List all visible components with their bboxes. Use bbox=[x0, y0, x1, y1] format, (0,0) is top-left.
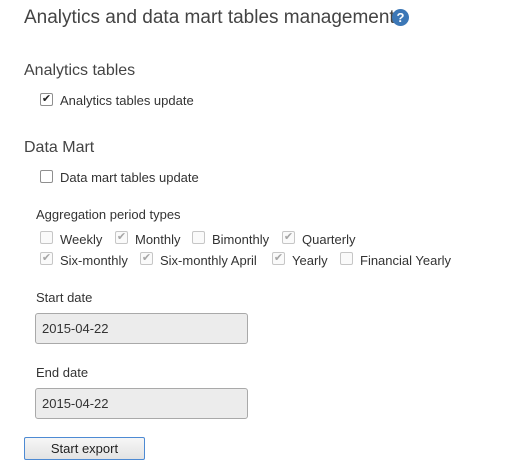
period-weekly-checkbox[interactable] bbox=[40, 231, 53, 244]
period-yearly-label: Yearly bbox=[292, 253, 328, 268]
start-date-label: Start date bbox=[36, 290, 93, 305]
datamart-update-label: Data mart tables update bbox=[60, 170, 199, 185]
period-six-monthly-april-checkbox[interactable]: ✔ bbox=[140, 252, 153, 265]
period-weekly-label: Weekly bbox=[60, 232, 103, 247]
period-monthly-label: Monthly bbox=[135, 232, 181, 247]
period-six-monthly-label: Six-monthly bbox=[60, 253, 128, 268]
analytics-update-label: Analytics tables update bbox=[60, 93, 194, 108]
datamart-section-title: Data Mart bbox=[24, 139, 95, 156]
aggregation-period-title: Aggregation period types bbox=[36, 207, 181, 222]
help-icon[interactable]: ? bbox=[392, 9, 409, 26]
analytics-update-checkbox[interactable]: ✔ bbox=[40, 93, 53, 106]
period-quarterly-label: Quarterly bbox=[302, 232, 356, 247]
period-bimonthly-label: Bimonthly bbox=[212, 232, 270, 247]
period-financial-yearly-checkbox[interactable] bbox=[340, 252, 353, 265]
start-date-field[interactable]: 2015-04-22 bbox=[35, 313, 248, 344]
end-date-label: End date bbox=[36, 365, 89, 380]
period-financial-yearly-label: Financial Yearly bbox=[360, 253, 452, 268]
period-yearly-checkbox[interactable]: ✔ bbox=[272, 252, 285, 265]
page-title: Analytics and data mart tables managemen… bbox=[24, 7, 395, 28]
start-export-button[interactable]: Start export bbox=[24, 437, 145, 460]
period-bimonthly-checkbox[interactable] bbox=[192, 231, 205, 244]
period-quarterly-checkbox[interactable]: ✔ bbox=[282, 231, 295, 244]
period-six-monthly-checkbox[interactable]: ✔ bbox=[40, 252, 53, 265]
end-date-field[interactable]: 2015-04-22 bbox=[35, 388, 248, 419]
period-monthly-checkbox[interactable]: ✔ bbox=[115, 231, 128, 244]
analytics-section-title: Analytics tables bbox=[24, 62, 136, 79]
period-six-monthly-april-label: Six-monthly April bbox=[160, 253, 257, 268]
datamart-update-checkbox[interactable] bbox=[40, 170, 53, 183]
